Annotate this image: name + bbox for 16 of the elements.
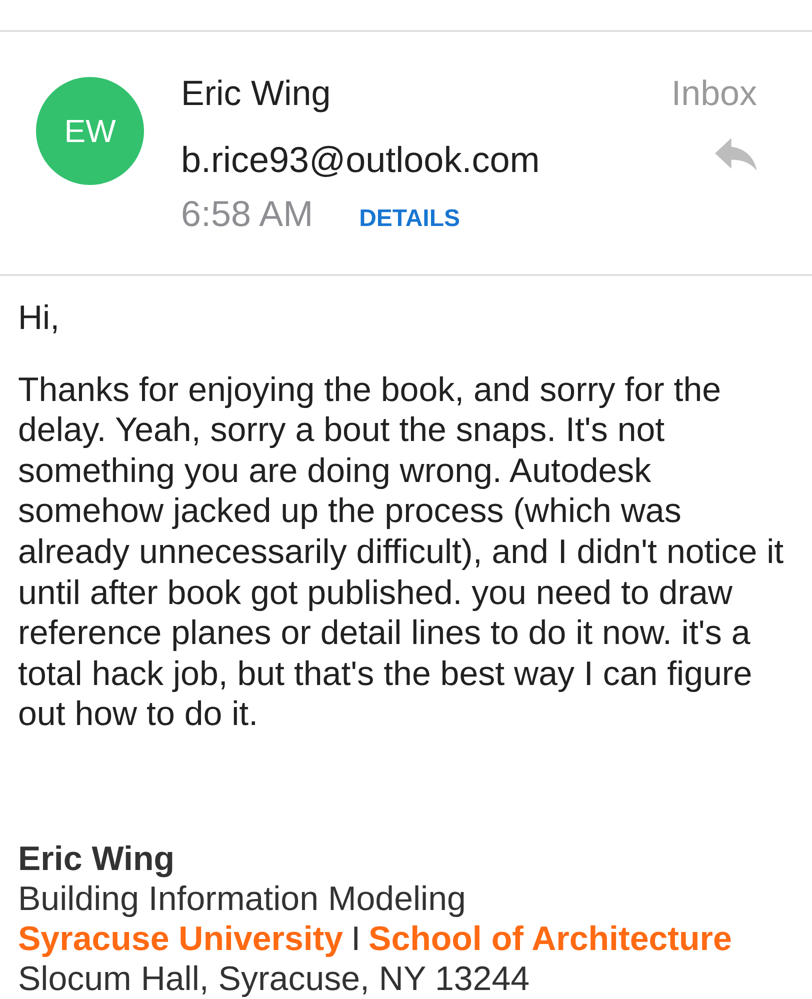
reply-button[interactable] xyxy=(715,138,757,170)
organization-name: School of Architecture xyxy=(368,918,732,959)
reply-icon xyxy=(715,138,757,170)
sender-email: b.rice93@outlook.com xyxy=(181,138,540,182)
time-text: 6:58 AM xyxy=(181,192,314,236)
details-link[interactable]: DETAILS xyxy=(359,204,460,234)
folder-label: Inbox xyxy=(671,73,757,115)
sender-name: Eric Wing xyxy=(181,73,331,115)
greeting-text: Hi, xyxy=(18,298,60,339)
message-paragraph: Thanks for enjoying the book, and sorry for the delay. Yeah, sorry a bout the snaps. It's not something you are doing wrong. Autodesk somehow jacked up the process (which was already unnecessarily difficult), and I didn't notice it until after book got published. you need to draw reference planes or detail lines to do it now. it's a total hack job, but that's the best way I can figure out how to do it. xyxy=(18,370,785,735)
signature-title: Building Information Modeling xyxy=(18,878,466,919)
avatar-initials: EW xyxy=(64,115,116,147)
signature-name: Eric Wing xyxy=(18,838,174,879)
separator-text: I xyxy=(351,918,361,959)
signature-address: Slocum Hall, Syracuse, NY 13244 xyxy=(18,958,530,999)
organization-name: Syracuse University xyxy=(18,918,344,959)
